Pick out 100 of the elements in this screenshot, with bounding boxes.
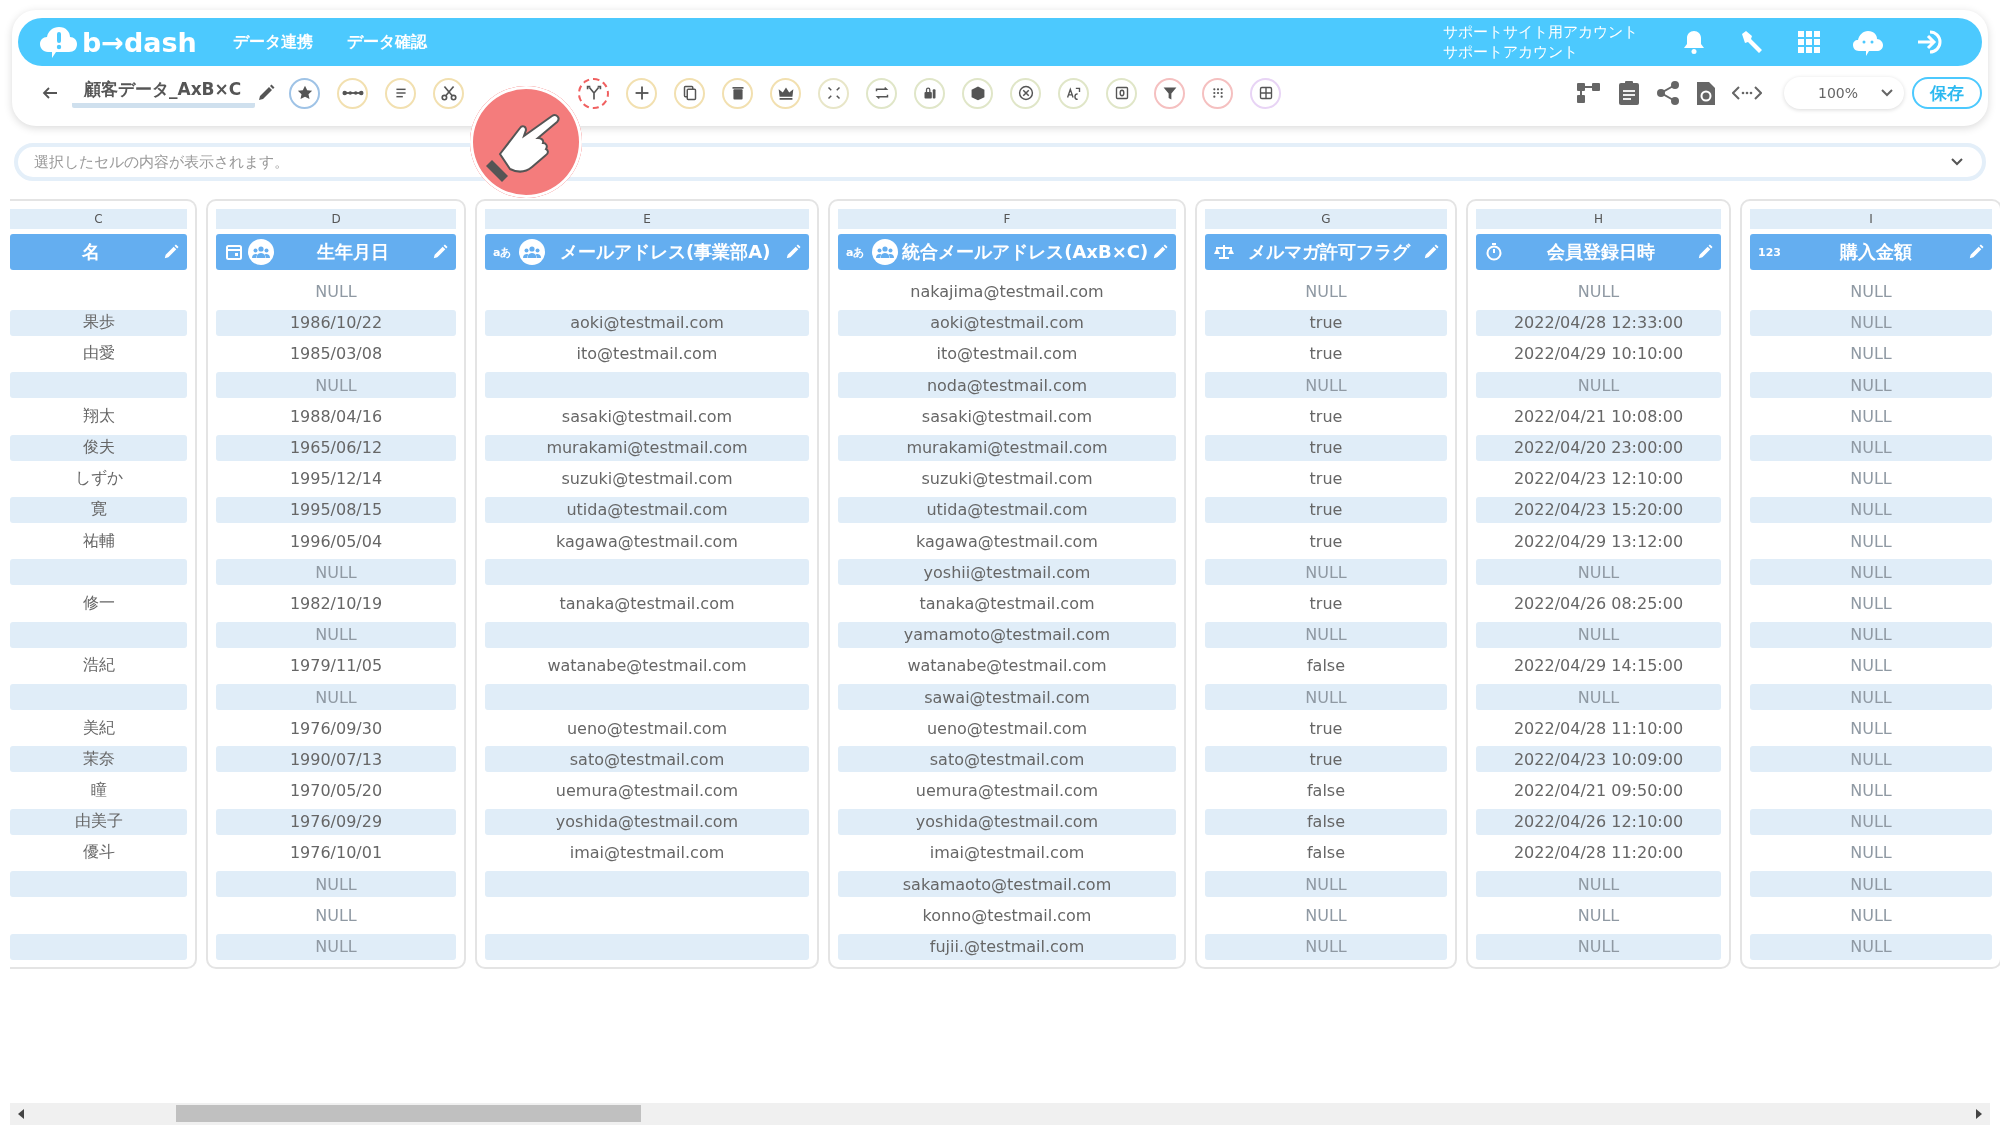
null-cell: NULL (1205, 684, 1447, 711)
table-cell-text: 2022/04/21 09:50:00 (1512, 780, 1685, 803)
table-cell: 1990/07/13 (216, 746, 456, 773)
null-cell: NULL (216, 621, 456, 648)
null-cell-text: NULL (314, 904, 358, 927)
account-name: サポートアカウント (1443, 42, 1579, 62)
table-cell-text: false (1305, 780, 1347, 803)
table-cell: true (1205, 434, 1447, 461)
null-cell-text: NULL (1304, 904, 1348, 927)
column-header[interactable]: aあ 統合メールアドレス(AxB×C) (838, 234, 1176, 270)
table-cell-text: 修一 (81, 591, 116, 614)
null-cell: NULL (1476, 871, 1721, 898)
table-cell-text: 2022/04/29 13:12:00 (1512, 530, 1685, 553)
logo-text: b→dash (82, 26, 197, 58)
table-cell-text: false (1305, 842, 1347, 865)
table-cell-text: sasaki@testmail.com (920, 405, 1094, 428)
table-cell: 俊夫 (10, 434, 187, 461)
table-cell-text: 2022/04/29 10:10:00 (1512, 343, 1685, 366)
null-cell-text: NULL (1576, 281, 1621, 304)
table-cell: utida@testmail.com (838, 496, 1176, 523)
column-letter: C (10, 209, 187, 229)
null-cell-text: NULL (1849, 592, 1893, 615)
column-header[interactable]: メルマガ許可フラグ (1205, 234, 1447, 270)
table-cell-text: 1976/09/30 (288, 717, 384, 740)
zoom-select[interactable]: 100% (1784, 77, 1904, 109)
null-cell-text: NULL (1849, 530, 1893, 553)
table-cell: 寛 (10, 496, 187, 523)
column-title: 購入金額 (1839, 240, 1914, 264)
table-cell-text: 1995/12/14 (288, 468, 384, 491)
table-cell: 1965/06/12 (216, 434, 456, 461)
null-cell: NULL (1476, 621, 1721, 648)
column-title: メールアドレス(事業部A) (559, 240, 772, 264)
type-label: 123 (1758, 245, 1781, 259)
table-cell-text: nakajima@testmail.com (909, 281, 1105, 304)
table-cell-text: suzuki@testmail.com (560, 468, 734, 491)
column-title: メルマガ許可フラグ (1247, 240, 1412, 264)
table-cell: utida@testmail.com (485, 496, 809, 523)
table-cell-text: kagawa@testmail.com (555, 530, 739, 553)
column-header[interactable]: 123 購入金額 (1750, 234, 1992, 270)
null-cell: NULL (1476, 933, 1721, 960)
table-cell: sakamaoto@testmail.com (838, 871, 1176, 898)
table-cell-text: kagawa@testmail.com (915, 530, 1099, 553)
save-button[interactable]: 保存 (1912, 77, 1982, 109)
table-cell-text: konno@testmail.com (921, 904, 1093, 927)
column-header[interactable]: 会員登録日時 (1476, 234, 1721, 270)
table-cell: 果歩 (10, 309, 187, 336)
table-cell: 2022/04/20 23:00:00 (1476, 434, 1721, 461)
column-title: 統合メールアドレス(AxB×C) (901, 240, 1150, 264)
null-cell: NULL (1476, 684, 1721, 711)
table-cell-text: 1985/03/08 (288, 343, 384, 366)
table-cell-text: 2022/04/21 10:08:00 (1512, 405, 1685, 428)
column-header[interactable]: 生年月日 (216, 234, 456, 270)
table-cell: 由美子 (10, 808, 187, 835)
table-cell-text: false (1305, 655, 1347, 678)
table-cell: aoki@testmail.com (838, 309, 1176, 336)
column-header[interactable]: 名 (10, 234, 187, 270)
column-letter: I (1750, 209, 1992, 229)
dataset-title: 顧客データ_AxB×C (72, 78, 256, 108)
null-cell: NULL (1750, 309, 1992, 336)
null-cell: NULL (1750, 746, 1992, 773)
null-cell: NULL (1205, 933, 1447, 960)
table-cell-text: ueno@testmail.com (565, 717, 729, 740)
null-cell: NULL (1205, 621, 1447, 648)
nav-link[interactable]: データ連携 (232, 31, 313, 53)
table-cell: sawai@testmail.com (838, 684, 1176, 711)
null-cell: NULL (216, 559, 456, 586)
null-cell: NULL (1205, 372, 1447, 399)
null-cell: NULL (1750, 372, 1992, 399)
table-cell-text: uemura@testmail.com (554, 780, 740, 803)
null-cell-text: NULL (1849, 842, 1893, 865)
table-cell-text: 翔太 (81, 404, 116, 427)
table-cell-text: しずか (73, 467, 124, 490)
table-cell: 1986/10/22 (216, 309, 456, 336)
table-cell: sato@testmail.com (485, 746, 809, 773)
column-title: 会員登録日時 (1545, 240, 1656, 264)
table-cell-text: 美紀 (81, 716, 116, 739)
cell-content-field[interactable]: 選択したセルの内容が表示されます。 (14, 143, 1986, 181)
table-cell-text: 2022/04/28 11:20:00 (1512, 842, 1685, 865)
null-cell-text: NULL (1849, 904, 1893, 927)
null-cell-text: NULL (1849, 780, 1893, 803)
table-cell-text: 浩紀 (81, 654, 116, 677)
nav-link[interactable]: データ確認 (346, 31, 427, 53)
null-cell: NULL (216, 684, 456, 711)
table-cell-text: ito@testmail.com (935, 343, 1079, 366)
table-cell: 2022/04/26 12:10:00 (1476, 808, 1721, 835)
table-cell-text: true (1308, 592, 1344, 615)
null-cell-text: NULL (1849, 281, 1893, 304)
table-cell: 茉奈 (10, 746, 187, 773)
table-cell-text: 1976/10/01 (288, 842, 384, 865)
table-cell-text: watanabe@testmail.com (906, 655, 1108, 678)
table-cell-text: 2022/04/26 08:25:00 (1512, 592, 1685, 615)
null-cell: NULL (216, 871, 456, 898)
null-cell: NULL (1750, 496, 1992, 523)
null-cell: NULL (1750, 559, 1992, 586)
null-cell: NULL (1750, 871, 1992, 898)
column-header[interactable]: aあ メールアドレス(事業部A) (485, 234, 809, 270)
null-cell-text: NULL (314, 281, 358, 304)
null-cell: NULL (1750, 808, 1992, 835)
table-cell-text: 2022/04/23 12:10:00 (1512, 468, 1685, 491)
type-label: aあ (493, 244, 512, 260)
